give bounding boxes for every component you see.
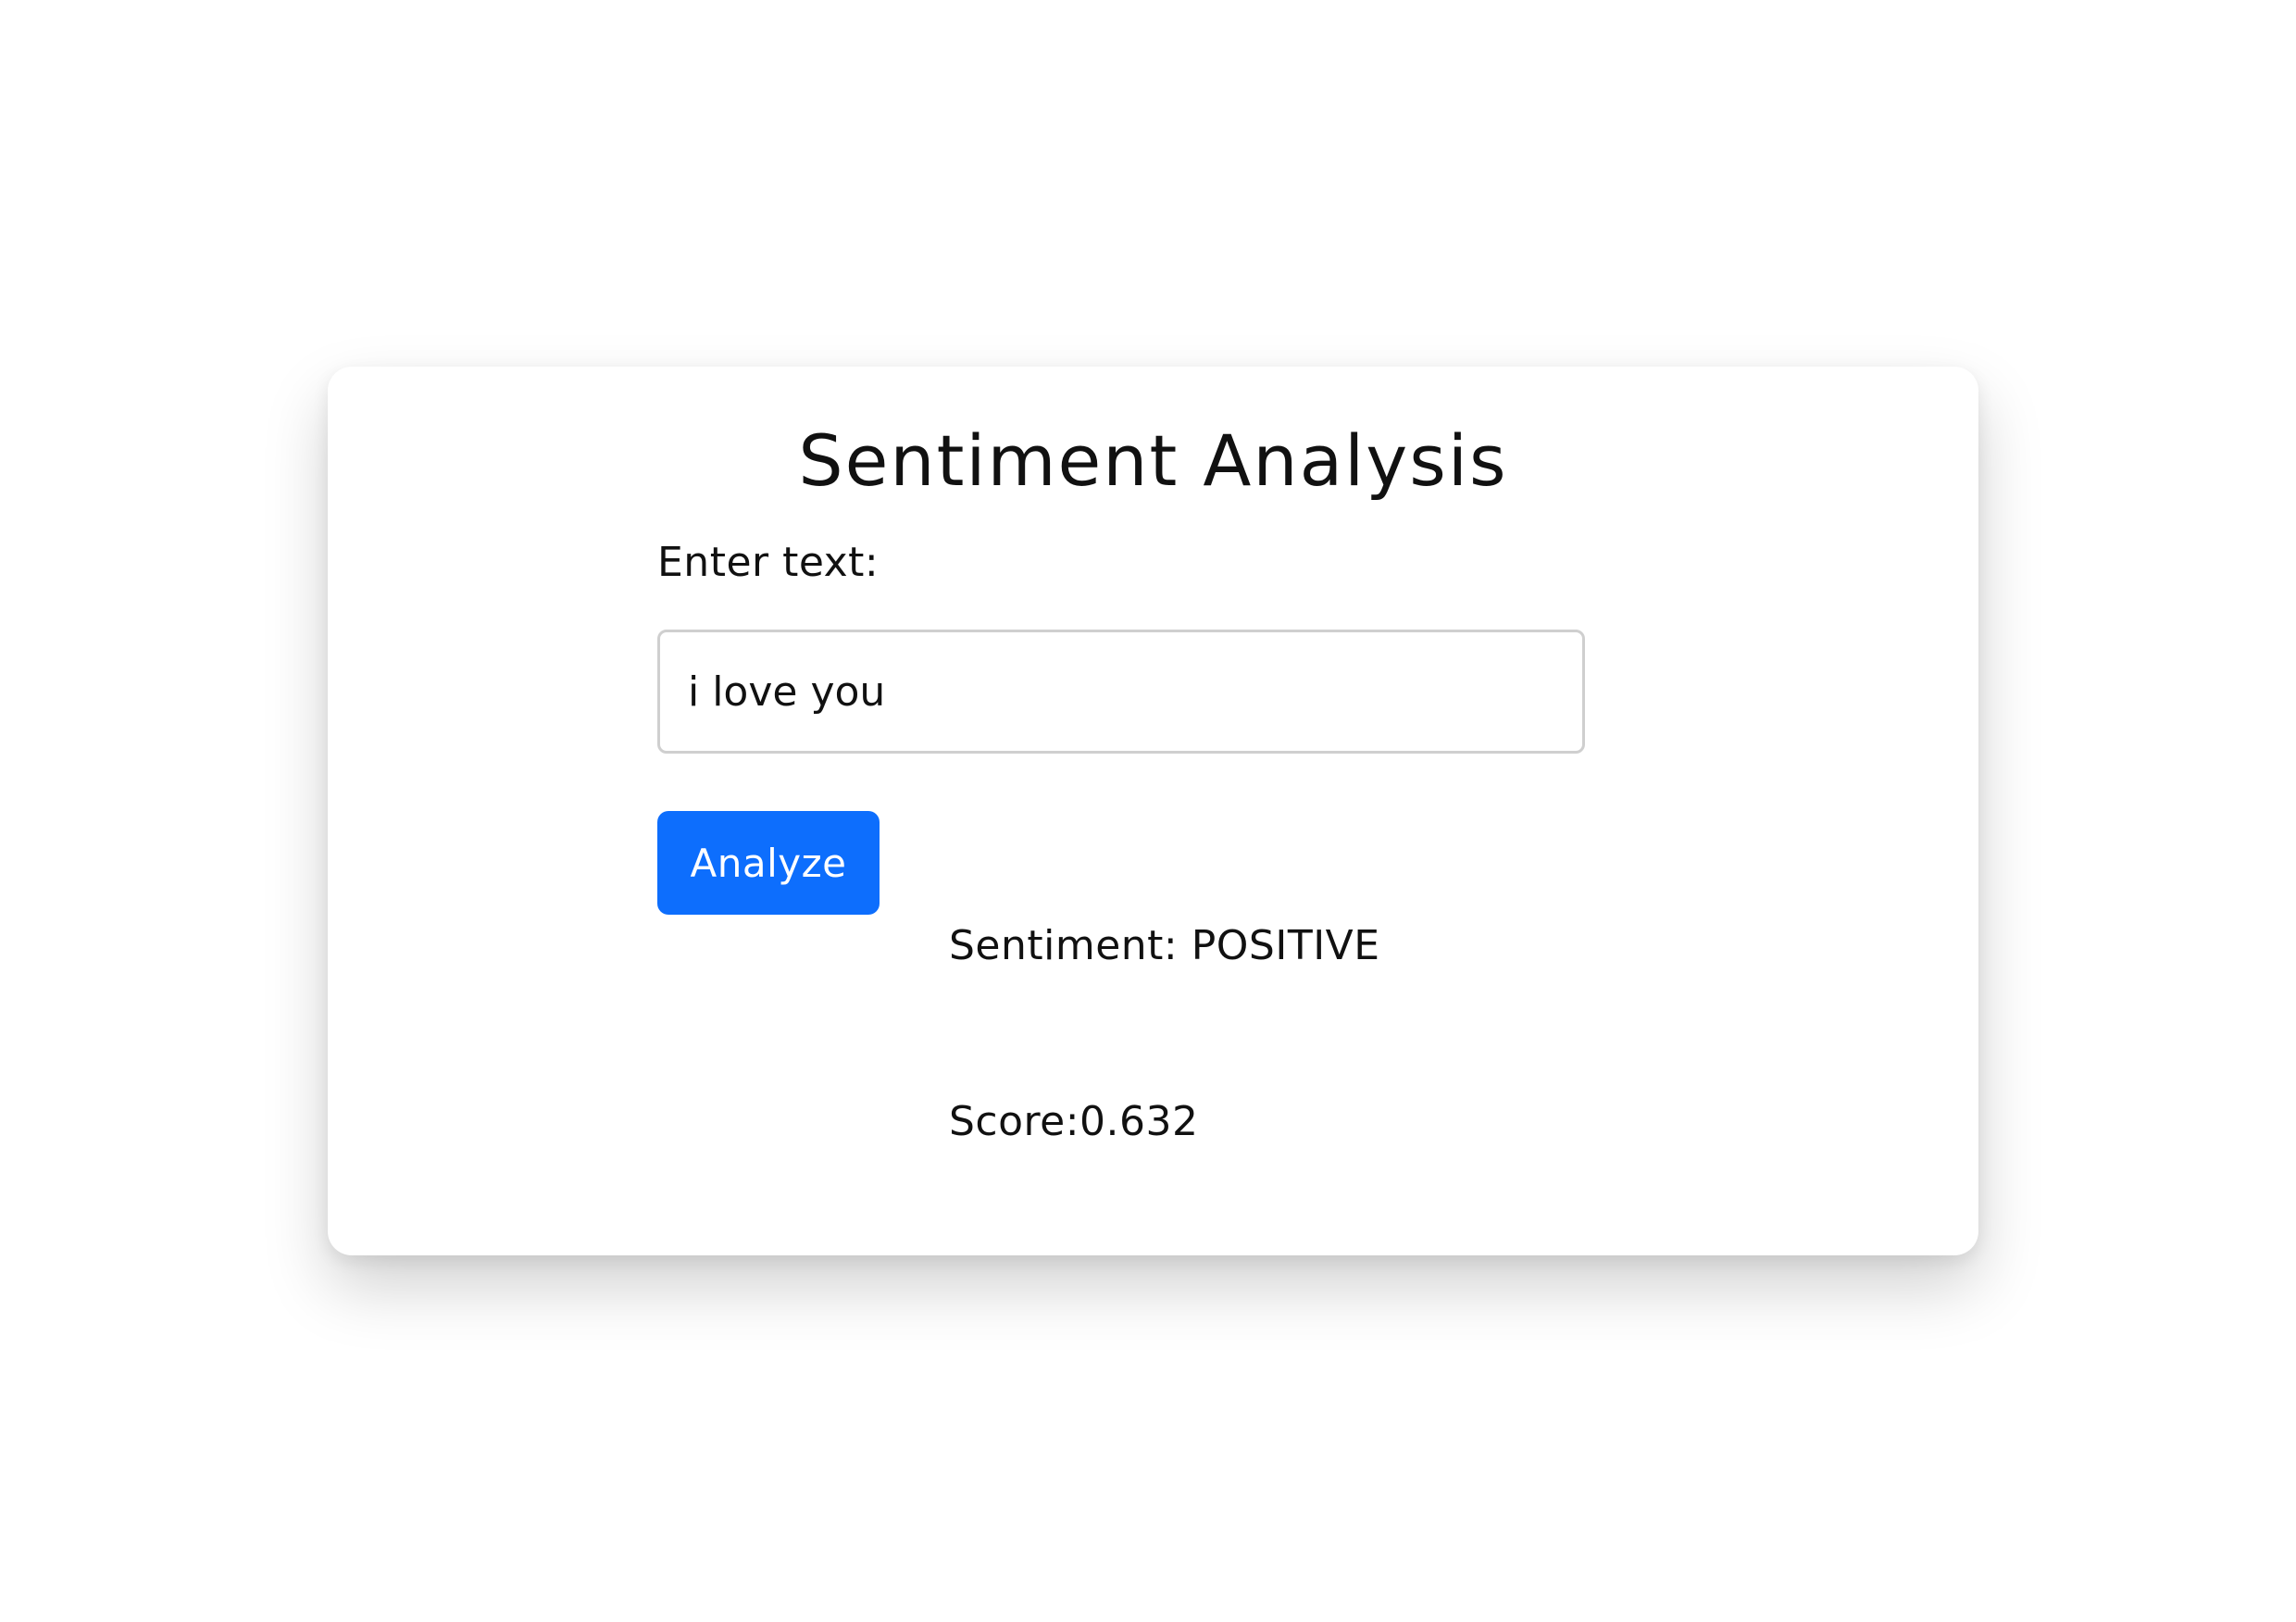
sentiment-result: Sentiment: POSITIVE bbox=[949, 922, 1380, 969]
text-input-label: Enter text: bbox=[657, 539, 880, 586]
analyze-button[interactable]: Analyze bbox=[657, 811, 880, 915]
sentiment-card: Sentiment Analysis Enter text: Analyze S… bbox=[328, 367, 1978, 1255]
text-input[interactable] bbox=[657, 630, 1585, 754]
score-result: Score:0.632 bbox=[949, 1098, 1199, 1145]
page-title: Sentiment Analysis bbox=[798, 419, 1508, 502]
